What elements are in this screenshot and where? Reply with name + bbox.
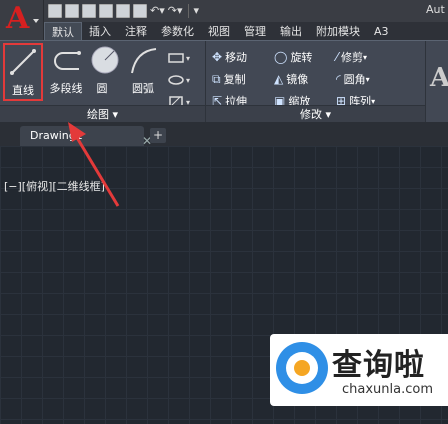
new-tab-button[interactable]: + [150,128,166,143]
ribbon-tab[interactable]: 附加模块 [309,22,367,42]
draw-panel-label: 绘图 [86,108,109,121]
dropdown-icon[interactable]: ▾ [366,75,370,84]
dropdown-icon[interactable]: ▾ [363,53,367,62]
fillet-icon: ◜ [336,72,341,86]
application-menu-button[interactable]: A [0,0,44,40]
modify-tool-label: 圆角 [343,73,366,86]
draw-panel-title[interactable]: 绘图 ▾ [0,105,205,123]
watermark: 查询啦 chaxunla.com [270,334,448,406]
ribbon-tabs: 默认 插入 注释 参数化 视图 管理 输出 附加模块 A3 [44,22,448,42]
drawing-tab[interactable]: Drawing1 ✕ [20,126,152,148]
ribbon-tab[interactable]: 视图 [201,22,237,42]
modify-tool[interactable]: ◯ 旋转 [274,49,312,65]
ribbon-tab[interactable]: 管理 [237,22,273,42]
drawing-tab-label: Drawing1 [30,129,83,142]
quick-access-toolbar: ↶▾ ↷▾ ▾ [48,3,199,19]
modify-tool[interactable]: ⧉ 复制 [212,71,246,87]
watermark-text: 查询啦 [332,348,425,383]
ribbon-tab[interactable]: 输出 [273,22,309,42]
undo-icon[interactable]: ↶▾ [150,4,165,18]
dropdown-icon[interactable]: ▾ [186,76,190,85]
chevron-down-icon [33,19,39,23]
save-as-icon[interactable] [99,4,113,18]
move-icon: ✥ [212,50,223,64]
customize-icon[interactable]: ▾ [194,4,200,18]
polyline-button[interactable]: 多段线 [44,43,88,101]
ellipse-tool[interactable]: ▾ [168,69,204,91]
ribbon-tab[interactable]: 注释 [118,22,154,42]
line-icon [10,49,36,75]
polyline-label: 多段线 [49,82,83,95]
modify-panel-title[interactable]: 修改 ▾ [206,105,425,123]
modify-panel-label: 修改 [299,108,322,121]
rotate-icon: ◯ [274,50,288,64]
mirror-icon: ◭ [274,72,284,86]
circle-button[interactable]: 圆 [88,43,119,101]
circle-icon [91,46,119,74]
arc-icon [131,48,157,74]
rectangle-tool[interactable]: ▾ [168,47,204,69]
document-tab-bar: Drawing1 ✕ + [0,122,448,148]
modify-tool-label: 镜像 [286,73,309,86]
polyline-icon [54,51,81,70]
arc-label: 圆弧 [132,82,154,95]
line-label: 直线 [12,84,34,97]
web-icon[interactable] [116,4,130,18]
modify-panel: ✥ 移动 ◯ 旋转 ⁄ 修剪 ▾ ⧉ 复制 ◭ 镜像 ◜ 圆角 ▾ ⇱ 拉伸 ▣ 缩放 ⊞ 阵列 ▾ 修改 ▾ [206,41,426,123]
modify-tool[interactable]: ◭ 镜像 [274,71,308,87]
modify-tool[interactable]: ✥ 移动 [212,49,247,65]
app-title: Aut [426,3,445,16]
circle-label: 圆 [96,82,108,95]
ribbon-tab[interactable]: 默认 [44,22,82,42]
line-button[interactable]: 直线 [3,43,43,101]
viewport-controls[interactable]: [−][俯视][二维线框] [4,178,105,194]
title-bar: ↶▾ ↷▾ ▾ Aut [0,0,448,22]
watermark-logo [276,342,328,394]
draw-panel: 直线 多段线 圆 圆弧 ▾ ▾ ▾ 绘图 ▾ [0,41,206,123]
annotation-panel: A [426,41,448,123]
ribbon-tab[interactable]: 插入 [82,22,118,42]
text-tool-icon[interactable]: A [430,63,448,93]
open-file-icon[interactable] [65,4,79,18]
modify-tool-label: 复制 [223,73,246,86]
rectangle-icon [168,53,184,63]
watermark-url: chaxunla.com [342,382,433,397]
new-file-icon[interactable] [48,4,62,18]
modify-tool-label: 旋转 [290,51,313,64]
modify-tool-label: 移动 [225,51,248,64]
ellipse-icon [168,75,184,85]
autocad-logo: A [6,1,30,36]
ribbon-tab[interactable]: A3 [367,22,396,42]
modify-tool[interactable]: ◜ 圆角 ▾ [336,71,370,87]
modify-tool-label: 修剪 [341,51,364,64]
dropdown-icon[interactable]: ▾ [186,54,190,63]
redo-icon[interactable]: ↷▾ [168,4,183,18]
save-icon[interactable] [82,4,96,18]
print-icon[interactable] [133,4,147,18]
ribbon-tab[interactable]: 参数化 [154,22,201,42]
copy-icon: ⧉ [212,71,221,86]
arc-button[interactable]: 圆弧 [124,43,162,101]
trim-icon: ⁄ [336,50,339,64]
modify-tool[interactable]: ⁄ 修剪 ▾ [336,49,367,65]
draw-extra-tools: ▾ ▾ ▾ [168,47,204,113]
ribbon: 直线 多段线 圆 圆弧 ▾ ▾ ▾ 绘图 ▾ ✥ 移动 ◯ 旋转 ⁄ 修剪 ▾ ⧉ 复制 ◭ 镜像… [0,40,448,123]
